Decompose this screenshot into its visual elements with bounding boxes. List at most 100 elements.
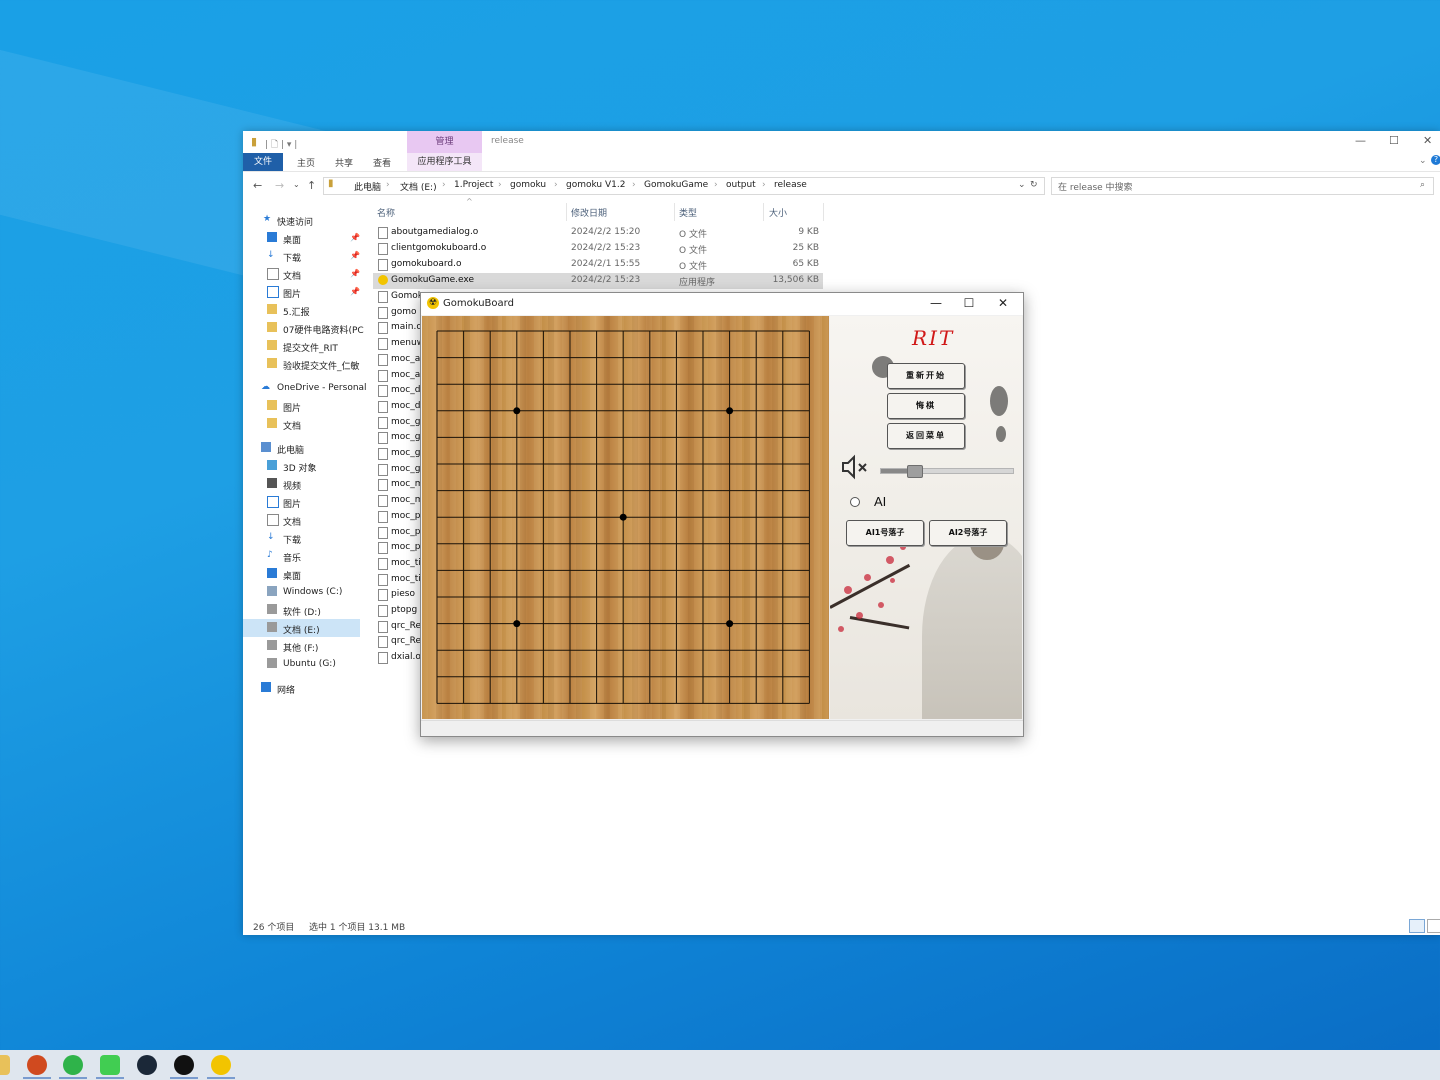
nav-item-folder[interactable]: 5.汇报 — [243, 301, 360, 319]
refresh-icon[interactable]: ↻ — [1030, 180, 1038, 190]
nav-item-videos[interactable]: 视频 — [243, 475, 360, 493]
column-divider[interactable] — [823, 203, 824, 221]
nav-item-folder[interactable]: 07硬件电路资料(PC — [243, 319, 364, 337]
navigation-pane: ★ 快速访问 桌面 📌 ↓ 下载 📌 文档 📌 图片 📌 5.汇报 07硬件电路资料(PC… — [243, 211, 367, 711]
tab-home[interactable]: 主页 — [297, 156, 315, 169]
breadcrumb-gomoku[interactable]: gomoku — [510, 180, 546, 190]
maximize-button[interactable]: ☐ — [1389, 134, 1399, 147]
nav-this-pc[interactable]: 此电脑 — [243, 439, 360, 457]
game-board[interactable] — [422, 316, 829, 719]
column-divider[interactable] — [566, 203, 567, 221]
tab-share[interactable]: 共享 — [335, 156, 353, 169]
nav-item-documents[interactable]: 文档 📌 — [243, 265, 360, 283]
file-icon — [378, 557, 388, 570]
star-icon: ★ — [263, 214, 272, 224]
download-icon: ↓ — [267, 250, 275, 260]
qt-creator-icon[interactable] — [100, 1055, 120, 1075]
back-to-menu-button[interactable]: 返回菜单 — [887, 423, 965, 449]
nav-item-desktop[interactable]: 桌面 — [243, 565, 360, 583]
column-headers: 名称 ^ 修改日期 类型 大小 — [373, 197, 824, 223]
forward-icon[interactable]: → — [275, 179, 284, 192]
file-row[interactable]: clientgomokuboard.o 2024/2/2 15:23 O 文件 … — [373, 241, 823, 257]
maximize-button[interactable]: ☐ — [958, 295, 980, 311]
steam-icon[interactable] — [137, 1055, 157, 1075]
nav-item-pictures[interactable]: 图片 — [243, 493, 360, 511]
powerpoint-icon[interactable] — [27, 1055, 47, 1075]
nav-item-drive-f[interactable]: 其他 (F:) — [243, 637, 360, 655]
wechat-icon[interactable] — [63, 1055, 83, 1075]
nav-item-documents[interactable]: 文档 — [243, 511, 360, 529]
recent-dropdown-icon[interactable]: ⌄ — [293, 180, 300, 189]
nav-item-downloads[interactable]: ↓ 下载 — [243, 529, 360, 547]
nav-item-3d[interactable]: 3D 对象 — [243, 457, 360, 475]
column-name[interactable]: 名称 — [377, 206, 395, 219]
ai1-move-button[interactable]: AI1号落子 — [846, 520, 924, 546]
column-date[interactable]: 修改日期 — [571, 206, 607, 219]
column-divider[interactable] — [763, 203, 764, 221]
address-bar[interactable]: ▮ 此电脑 文档 (E:) 1.Project gomoku gomoku V1… — [323, 177, 1045, 195]
help-icon[interactable]: ? — [1431, 155, 1440, 165]
nav-item-folder[interactable]: 验收提交文件_仁敏 — [243, 355, 360, 373]
chevron-down-icon[interactable]: ⌄ — [1419, 156, 1427, 166]
search-input[interactable]: 在 release 中搜索 ⌕ — [1051, 177, 1434, 195]
gomoku-game-icon[interactable] — [211, 1055, 231, 1075]
file-explorer-taskbar-icon[interactable] — [0, 1055, 10, 1075]
pin-icon[interactable]: 📌 — [350, 251, 360, 260]
nav-item-pictures[interactable]: 图片 📌 — [243, 283, 360, 301]
nav-item-drive-d[interactable]: 软件 (D:) — [243, 601, 360, 619]
pin-icon[interactable]: 📌 — [350, 233, 360, 242]
breadcrumb-separator: › — [554, 180, 558, 190]
breadcrumb-gomokugame[interactable]: GomokuGame — [644, 180, 708, 190]
board-grid[interactable] — [422, 316, 829, 719]
close-button[interactable]: ✕ — [992, 295, 1014, 311]
nav-network[interactable]: 网络 — [243, 679, 360, 697]
tab-file[interactable]: 文件 — [243, 153, 283, 171]
breadcrumb-output[interactable]: output — [726, 180, 756, 190]
column-size[interactable]: 大小 — [769, 206, 787, 219]
ai-radio[interactable] — [850, 497, 860, 507]
ai2-move-button[interactable]: AI2号落子 — [929, 520, 1007, 546]
nav-item-onedrive-documents[interactable]: 文档 — [243, 415, 360, 433]
close-button[interactable]: ✕ — [1423, 134, 1432, 147]
tab-view[interactable]: 查看 — [373, 156, 391, 169]
file-row-selected[interactable]: GomokuGame.exe 2024/2/2 15:23 应用程序 13,50… — [373, 273, 823, 289]
file-row[interactable]: gomokuboard.o 2024/2/1 15:55 O 文件 65 KB — [373, 257, 823, 273]
breadcrumb-project[interactable]: 1.Project — [454, 180, 493, 190]
nav-item-drive-e[interactable]: 文档 (E:) — [243, 619, 360, 637]
file-row[interactable]: aboutgamedialog.o 2024/2/2 15:20 O 文件 9 … — [373, 225, 823, 241]
breadcrumb-this-pc[interactable]: 此电脑 — [354, 180, 381, 193]
address-dropdown-icon[interactable]: ⌄ — [1018, 180, 1026, 190]
details-view-icon[interactable] — [1409, 919, 1425, 933]
minimize-button[interactable]: — — [1355, 134, 1366, 147]
github-icon[interactable] — [174, 1055, 194, 1075]
star-point — [726, 620, 734, 628]
nav-item-downloads[interactable]: ↓ 下载 📌 — [243, 247, 360, 265]
column-type[interactable]: 类型 — [679, 206, 697, 219]
back-icon[interactable]: ← — [253, 179, 262, 192]
pin-icon[interactable]: 📌 — [350, 287, 360, 296]
nav-onedrive[interactable]: ☁ OneDrive - Personal — [243, 379, 367, 397]
up-icon[interactable]: ↑ — [307, 179, 316, 192]
tab-application-tools[interactable]: 应用程序工具 — [407, 153, 482, 171]
nav-item-music[interactable]: ♪ 音乐 — [243, 547, 360, 565]
breadcrumb-gomoku-v12[interactable]: gomoku V1.2 — [566, 180, 625, 190]
nav-item-onedrive-pictures[interactable]: 图片 — [243, 397, 360, 415]
nav-item-folder[interactable]: 提交文件_RIT — [243, 337, 360, 355]
pin-icon[interactable]: 📌 — [350, 269, 360, 278]
nav-item-desktop[interactable]: 桌面 📌 — [243, 229, 360, 247]
restart-button[interactable]: 重新开始 — [887, 363, 965, 389]
nav-item-drive-c[interactable]: Windows (C:) — [243, 583, 360, 601]
column-divider[interactable] — [674, 203, 675, 221]
volume-slider[interactable] — [880, 465, 1014, 478]
large-icons-view-icon[interactable] — [1427, 919, 1440, 933]
undo-button[interactable]: 悔棋 — [887, 393, 965, 419]
breadcrumb-drive-e[interactable]: 文档 (E:) — [400, 180, 437, 193]
minimize-button[interactable]: — — [925, 295, 947, 311]
mute-icon[interactable] — [840, 454, 870, 480]
nav-quick-access[interactable]: ★ 快速访问 — [243, 211, 360, 229]
file-icon — [378, 542, 388, 555]
quick-access-toolbar[interactable]: | 🗋 | ▾ | — [265, 137, 297, 153]
nav-item-drive-g[interactable]: Ubuntu (G:) — [243, 655, 360, 673]
breadcrumb-release[interactable]: release — [774, 180, 807, 190]
volume-slider-thumb[interactable] — [907, 465, 923, 478]
